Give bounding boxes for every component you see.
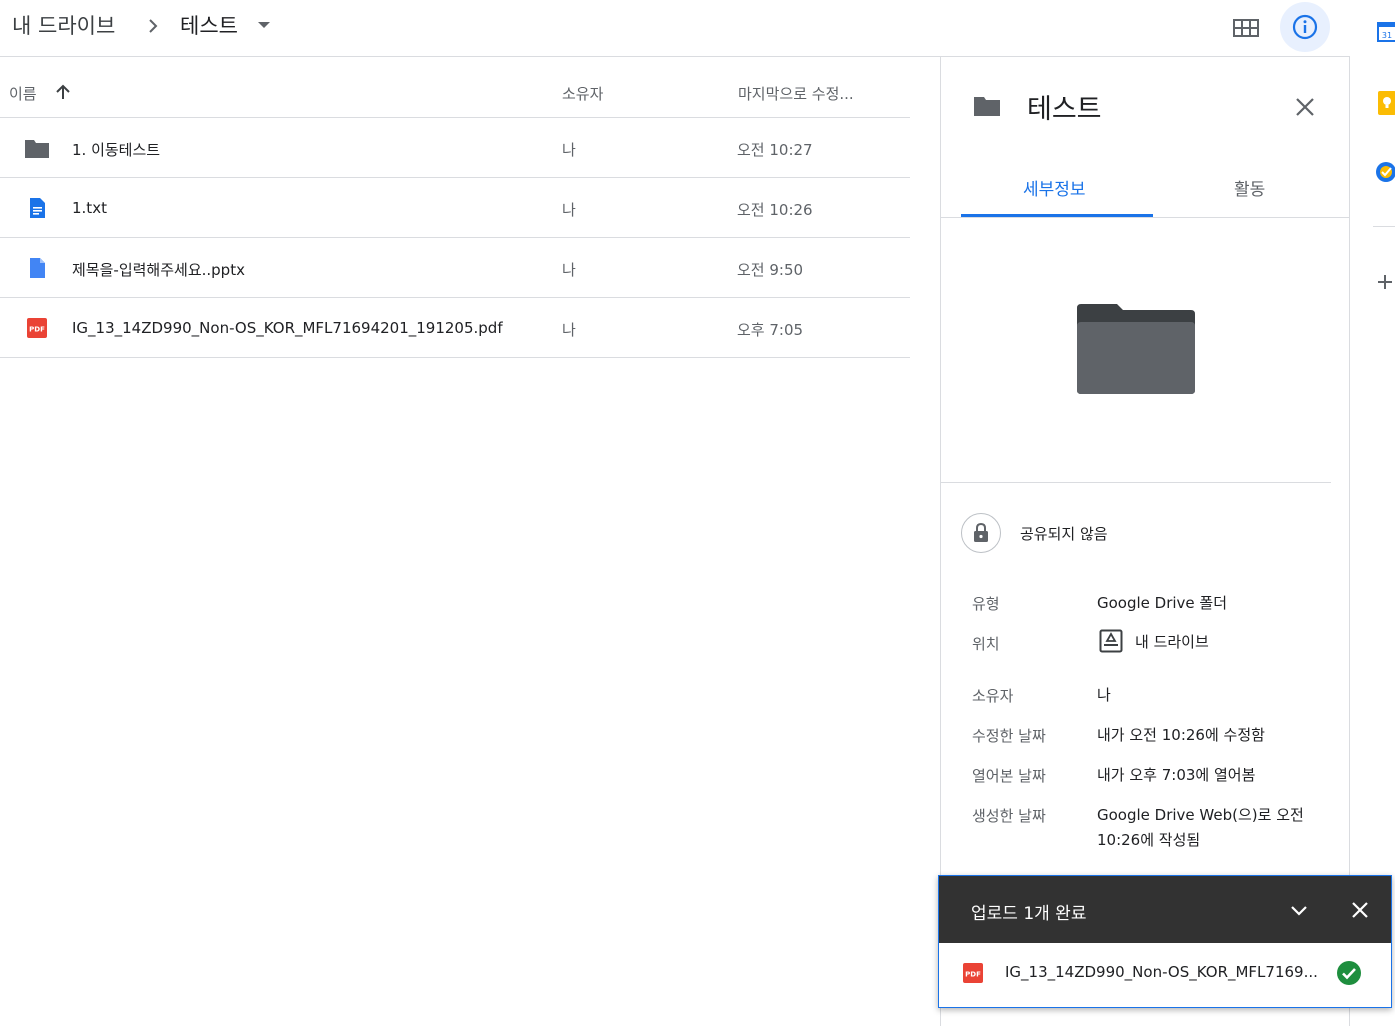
detail-created-label: 생성한 날짜 (972, 807, 1046, 825)
file-modified: 오후 7:05 (737, 321, 804, 339)
uploaded-file-name[interactable]: IG_13_14ZD990_Non-OS_KOR_MFL7169... (1005, 963, 1318, 981)
file-owner: 나 (562, 321, 576, 339)
breadcrumb-current-folder[interactable]: 테스트 (180, 10, 238, 40)
column-owner-header[interactable]: 소유자 (562, 83, 603, 104)
panel-title: 테스트 (1027, 94, 1102, 125)
folder-icon (25, 140, 49, 158)
detail-type-value: Google Drive 폴더 (1097, 594, 1228, 612)
sharing-status: 공유되지 않음 (1020, 525, 1108, 543)
detail-location-label: 위치 (972, 635, 1000, 653)
caret-down-icon[interactable] (258, 22, 270, 28)
calendar-icon[interactable]: 31 (1376, 20, 1395, 44)
toast-header: 업로드 1개 완료 (939, 876, 1391, 943)
pdf-icon: PDF (963, 963, 983, 983)
file-modified: 오전 10:26 (737, 201, 813, 219)
active-tab-indicator (961, 214, 1153, 217)
info-icon (1292, 14, 1318, 40)
file-modified: 오전 10:27 (737, 141, 813, 159)
close-icon[interactable] (1293, 95, 1317, 119)
upload-toast: 업로드 1개 완료 PDF IG_13_14ZD990_Non-OS_KOR_M… (938, 875, 1392, 1008)
docs-icon (30, 198, 45, 218)
table-row[interactable]: PDF IG_13_14ZD990_Non-OS_KOR_MFL71694201… (0, 298, 910, 358)
tasks-icon[interactable] (1374, 160, 1395, 184)
detail-created-value-line1: Google Drive Web(으)로 오전 (1097, 806, 1304, 824)
grid-view-button[interactable] (1228, 10, 1264, 46)
grid-icon (1233, 19, 1259, 37)
table-row[interactable]: 1. 이동테스트 나 오전 10:27 (0, 118, 910, 178)
panel-tabs: 세부정보 활동 (941, 169, 1350, 218)
check-circle-icon (1337, 961, 1361, 985)
chevron-down-icon[interactable] (1289, 900, 1309, 920)
file-list: 이름 소유자 마지막으로 수정... 1. 이동테스트 나 오전 10:27 1… (0, 57, 910, 358)
detail-location-value[interactable]: 내 드라이브 (1135, 631, 1209, 652)
close-icon[interactable] (1350, 900, 1370, 920)
tab-details[interactable]: 세부정보 (1023, 175, 1086, 200)
detail-opened-value: 내가 오후 7:03에 열어봄 (1097, 766, 1256, 784)
keep-icon[interactable] (1376, 90, 1395, 116)
file-icon (30, 258, 45, 278)
file-modified: 오전 9:50 (737, 261, 804, 279)
tab-activity[interactable]: 활동 (1234, 175, 1265, 200)
svg-text:31: 31 (1382, 31, 1392, 40)
detail-opened-label: 열어본 날짜 (972, 767, 1046, 785)
file-name: IG_13_14ZD990_Non-OS_KOR_MFL71694201_191… (72, 319, 503, 337)
file-owner: 나 (562, 141, 576, 159)
detail-modified-label: 수정한 날짜 (972, 727, 1046, 745)
divider (1373, 226, 1395, 227)
column-name-header[interactable]: 이름 (9, 83, 37, 104)
file-name: 1. 이동테스트 (72, 141, 161, 159)
svg-text:PDF: PDF (965, 971, 981, 979)
top-bar: 내 드라이브 테스트 (0, 0, 1350, 57)
toast-title: 업로드 1개 완료 (971, 904, 1087, 924)
divider (941, 482, 1331, 483)
list-header: 이름 소유자 마지막으로 수정... (0, 57, 910, 118)
folder-preview-icon (1077, 304, 1195, 394)
file-name: 1.txt (72, 199, 107, 217)
view-details-button[interactable] (1280, 2, 1330, 52)
detail-modified-value: 내가 오전 10:26에 수정함 (1097, 726, 1265, 744)
lock-icon (974, 523, 988, 542)
detail-owner-label: 소유자 (972, 687, 1014, 705)
table-row[interactable]: 1.txt 나 오전 10:26 (0, 178, 910, 238)
breadcrumb-my-drive[interactable]: 내 드라이브 (12, 10, 115, 40)
file-name: 제목을-입력해주세요..pptx (72, 261, 245, 279)
detail-owner-value: 나 (1097, 686, 1111, 704)
sharing-status-icon (961, 513, 1001, 553)
side-apps-rail: 31 (1351, 0, 1395, 1026)
file-owner: 나 (562, 201, 576, 219)
svg-text:PDF: PDF (29, 326, 45, 334)
column-modified-header[interactable]: 마지막으로 수정... (738, 83, 854, 104)
add-icon[interactable] (1375, 272, 1395, 292)
arrow-up-icon[interactable] (54, 83, 72, 101)
drive-icon (1099, 629, 1123, 653)
pdf-icon: PDF (27, 318, 47, 338)
table-row[interactable]: 제목을-입력해주세요..pptx 나 오전 9:50 (0, 238, 910, 298)
detail-type-label: 유형 (972, 595, 1000, 613)
folder-icon (974, 97, 1000, 116)
detail-created-value-line2: 10:26에 작성됨 (1097, 831, 1201, 849)
file-owner: 나 (562, 261, 576, 279)
chevron-right-icon (149, 19, 158, 33)
